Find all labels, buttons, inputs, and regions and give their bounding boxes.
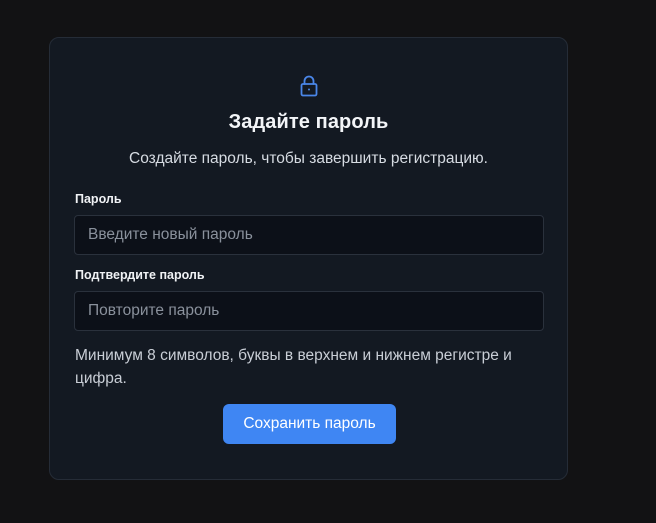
form-subtitle: Создайте пароль, чтобы завершить регистр… [129,150,488,167]
form-title: Задайте пароль [228,111,389,133]
password-input[interactable] [74,215,544,255]
confirm-password-label: Подтвердите пароль [75,268,205,282]
password-requirements-hint: Минимум 8 символов, буквы в верхнем и ни… [75,347,512,387]
save-password-button[interactable]: Сохранить пароль [223,404,396,444]
password-label: Пароль [75,192,122,206]
confirm-password-input[interactable] [74,291,544,331]
set-password-card: Задайте пароль Создайте пароль, чтобы за… [49,37,568,480]
lock-icon [300,75,318,97]
